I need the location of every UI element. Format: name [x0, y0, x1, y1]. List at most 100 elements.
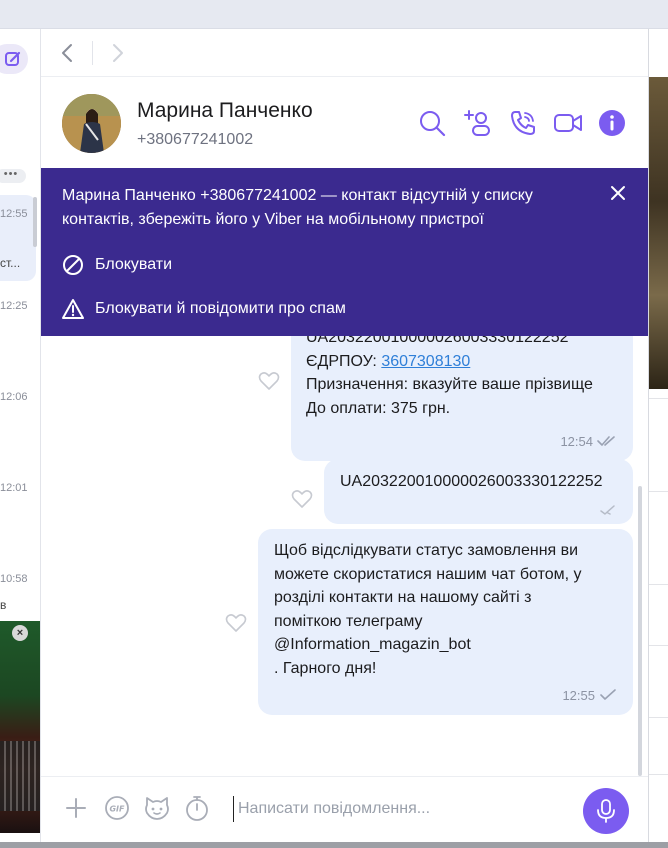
taskbar-edge: [0, 842, 668, 848]
chat-time: 12:55: [0, 208, 28, 220]
warning-icon: [62, 299, 84, 319]
contact-name[interactable]: Марина Панченко: [137, 99, 313, 123]
add-contact-button[interactable]: [463, 108, 493, 138]
chat-list-scrollbar[interactable]: [33, 197, 37, 247]
forward-icon: [113, 44, 123, 62]
sticker-icon: [145, 797, 169, 820]
message-line: . Гарного дня!: [274, 659, 377, 677]
divider: [649, 717, 668, 718]
conversation-panel: Марина Панченко +380677241002 Марина Пан…: [41, 29, 648, 842]
message-line: Щоб відслідкувати статус замовлення ви: [274, 542, 579, 559]
gif-button[interactable]: GIF: [103, 794, 131, 822]
heart-icon[interactable]: [224, 611, 248, 635]
divider: [649, 491, 668, 492]
divider: [649, 398, 668, 399]
block-label: Блокувати: [95, 256, 173, 273]
message-meta: 12:55: [562, 684, 617, 708]
edrpou-line: ЄДРПОУ: 3607308130: [306, 350, 593, 374]
right-panel-edge: [648, 29, 668, 842]
message-bubble[interactable]: Щоб відслідкувати статус замовлення ви м…: [258, 529, 633, 715]
unknown-contact-banner: Марина Панченко +380677241002 — контакт …: [41, 168, 648, 336]
block-and-report-label: Блокувати й повідомити про спам: [95, 300, 346, 317]
message-line: розділі контакти на нашому сайті з: [274, 589, 532, 606]
sent-icon: [600, 505, 615, 515]
compose-button[interactable]: [0, 44, 28, 74]
forward-button[interactable]: [107, 41, 129, 65]
message-bubble[interactable]: UA203220010000026003330122252: [324, 459, 633, 524]
message-input[interactable]: [233, 796, 573, 822]
side-image: [649, 77, 668, 389]
message-scrollbar[interactable]: [638, 486, 642, 776]
close-video-icon[interactable]: ×: [12, 625, 28, 641]
sticker-button[interactable]: [143, 794, 171, 822]
plus-icon: [66, 798, 86, 818]
message-text: UA203220010000026003330122252: [340, 473, 603, 490]
purpose-line: Призначення: вказуйте ваше прізвище: [306, 376, 593, 393]
message-line: можете скористатися нашим чат ботом, у: [274, 565, 582, 583]
search-button[interactable]: [417, 108, 447, 138]
timer-button[interactable]: [183, 794, 211, 822]
message-line: @Information_magazin_bot: [274, 636, 471, 653]
heart-icon[interactable]: [290, 487, 314, 511]
gif-icon: GIF: [105, 796, 129, 820]
video-content: [0, 741, 40, 811]
compose-icon: [5, 51, 21, 66]
message-text: UA203220010000026003330122252 ЄДРПОУ: 36…: [306, 336, 593, 420]
avatar-photo: [62, 94, 121, 153]
voice-message-button[interactable]: [583, 788, 629, 834]
chat-snippet: ст...: [0, 256, 21, 270]
delivered-check-icon: [600, 689, 616, 701]
banner-close-button[interactable]: [607, 182, 629, 204]
message-list: UA203220010000026003330122252 ЄДРПОУ: 36…: [41, 336, 648, 776]
avatar[interactable]: [62, 94, 121, 153]
nav-separator: [92, 41, 93, 65]
message-time: 12:55: [562, 687, 595, 703]
divider: [649, 584, 668, 585]
chat-time: 12:06: [0, 391, 28, 403]
navigation-bar: [41, 29, 648, 77]
message-meta: 12:54: [560, 430, 617, 454]
contact-phone: +380677241002: [137, 131, 254, 148]
chat-time: 12:01: [0, 482, 28, 494]
viber-window: ••• 12:55 ст... 12:25 12:06 12:01 10:58 …: [0, 0, 668, 848]
edrpou-link[interactable]: 3607308130: [381, 353, 470, 370]
title-bar: [0, 0, 668, 29]
back-icon: [62, 44, 72, 62]
message-time: 12:54: [560, 433, 593, 449]
info-button[interactable]: [597, 108, 627, 138]
back-button[interactable]: [56, 41, 78, 65]
close-icon: [611, 186, 625, 200]
chat-header: Марина Панченко +380677241002: [41, 77, 648, 169]
amount-line: До оплати: 375 грн.: [306, 399, 451, 417]
block-button[interactable]: Блокувати: [62, 253, 172, 277]
message-line: поміткою телеграму: [274, 612, 423, 630]
chat-time: 10:58: [0, 573, 28, 585]
call-icon: [511, 111, 535, 135]
banner-message: Марина Панченко +380677241002 — контакт …: [62, 187, 533, 228]
block-and-report-button[interactable]: Блокувати й повідомити про спам: [62, 297, 346, 321]
chat-snippet: в: [0, 598, 7, 612]
info-icon: [599, 110, 625, 136]
divider: [649, 774, 668, 775]
edrpou-label: ЄДРПОУ:: [306, 352, 382, 370]
chat-time: 12:25: [0, 300, 28, 312]
microphone-icon: [597, 799, 615, 823]
message-bubble[interactable]: UA203220010000026003330122252 ЄДРПОУ: 36…: [291, 336, 633, 461]
heart-icon[interactable]: [257, 369, 281, 393]
message-meta: [599, 504, 617, 516]
svg-text:GIF: GIF: [109, 805, 125, 814]
add-contact-icon: [464, 110, 490, 136]
search-icon: [420, 111, 446, 137]
attach-button[interactable]: [62, 794, 90, 822]
divider: [649, 645, 668, 646]
video-call-button[interactable]: [553, 108, 583, 138]
chat-list: ••• 12:55 ст... 12:25 12:06 12:01 10:58 …: [0, 29, 41, 842]
message-text: Щоб відслідкувати статус замовлення ви м…: [274, 539, 582, 680]
call-button[interactable]: [508, 108, 538, 138]
message-composer: GIF: [41, 776, 648, 842]
iban-text: UA203220010000026003330122252: [306, 336, 569, 346]
read-check-icon: [597, 436, 615, 447]
video-preview[interactable]: ×: [0, 621, 40, 833]
timer-icon: [186, 796, 208, 821]
more-options-icon[interactable]: •••: [0, 169, 26, 183]
